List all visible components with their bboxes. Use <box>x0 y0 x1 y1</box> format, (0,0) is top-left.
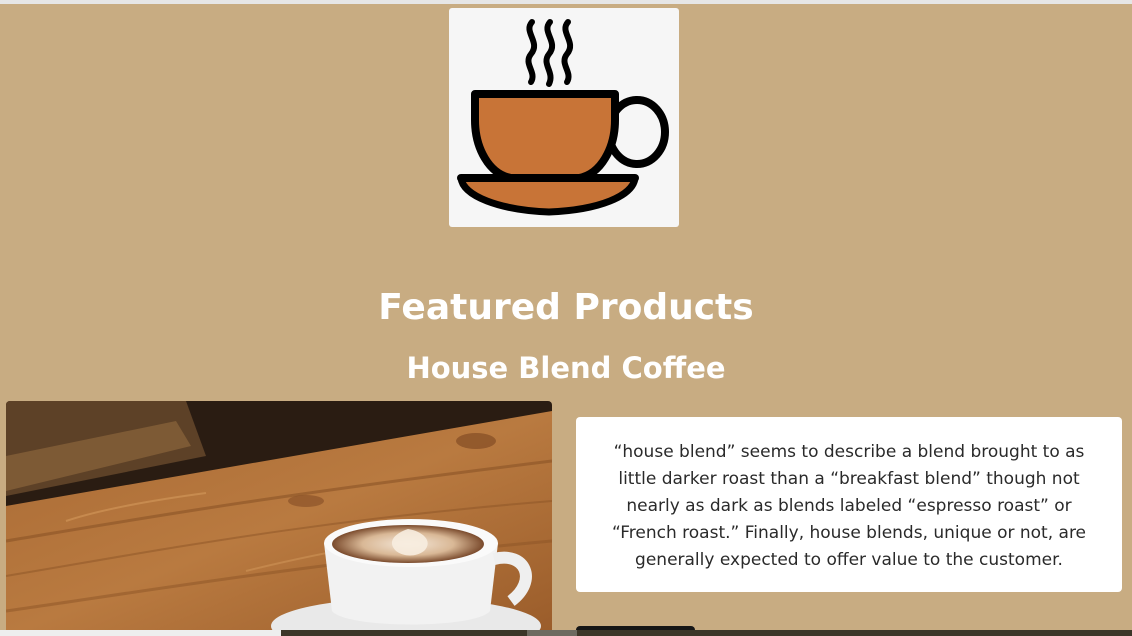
page-title: Featured Products <box>378 287 754 328</box>
page-top-border <box>0 0 1132 4</box>
coffee-cup-icon <box>457 19 669 216</box>
product-image <box>6 401 552 636</box>
product-description: “house blend” seems to describe a blend … <box>611 442 1087 570</box>
bottom-scroll-strip <box>0 630 1132 636</box>
latte-on-wooden-table-photo <box>6 401 552 636</box>
product-name: House Blend Coffee <box>406 351 726 385</box>
site-logo[interactable] <box>449 8 679 227</box>
bottom-strip-segment-left <box>0 630 281 636</box>
product-description-card: “house blend” seems to describe a blend … <box>576 417 1122 592</box>
bottom-strip-segment-mid <box>527 630 577 636</box>
